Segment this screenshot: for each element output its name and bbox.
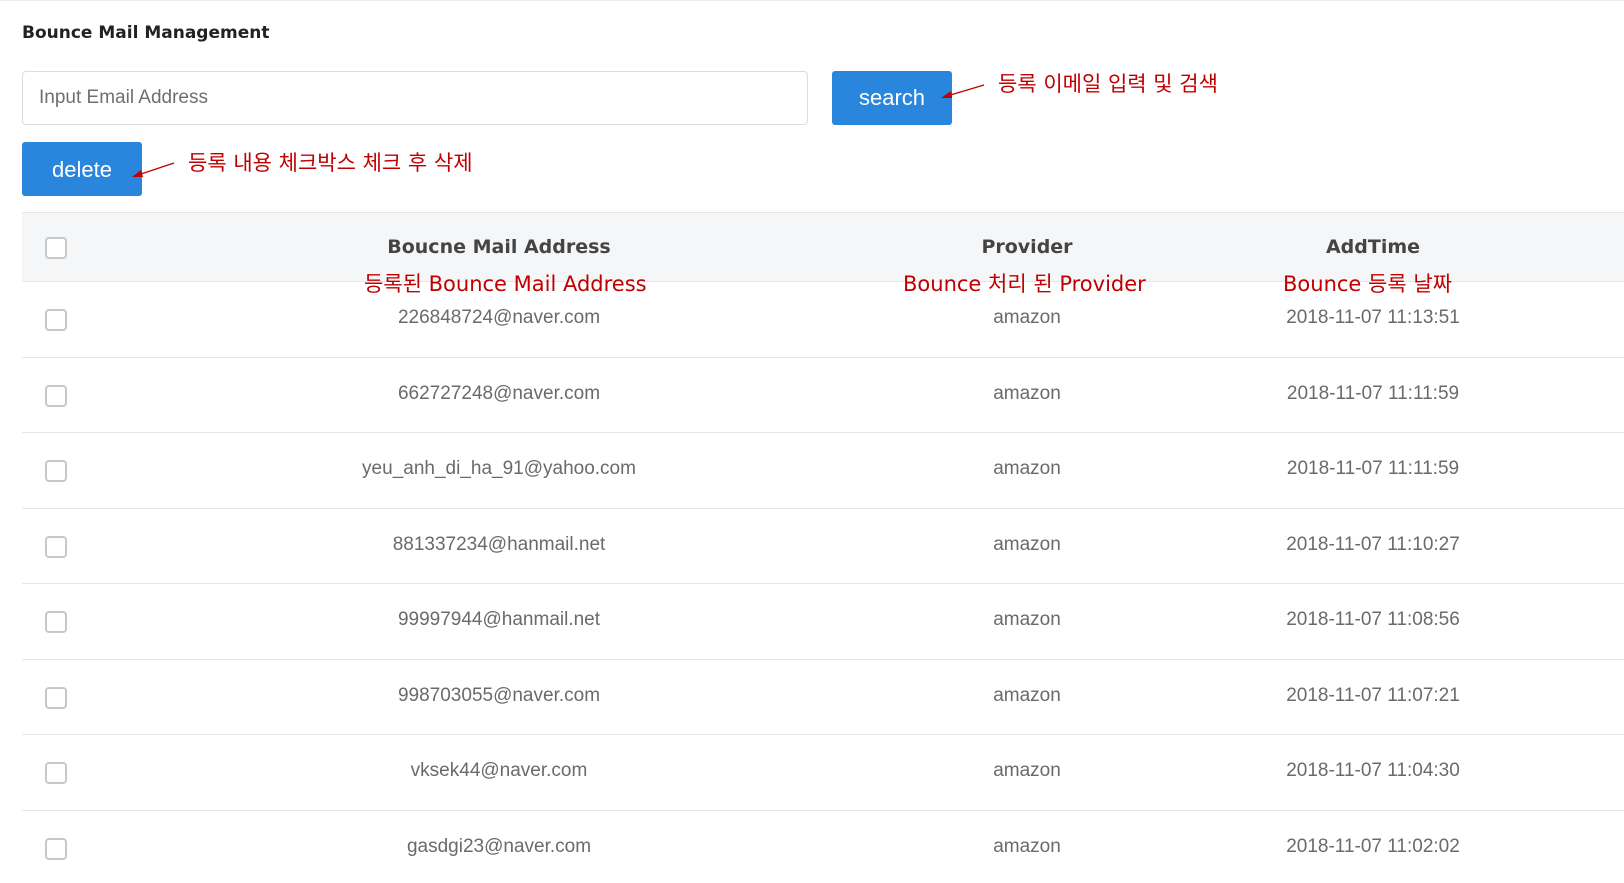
table-row[interactable]: 662727248@naver.com amazon 2018-11-07 11…: [22, 358, 1624, 433]
row-addtime: 2018-11-07 11:02:02: [1286, 835, 1460, 857]
row-provider: amazon: [993, 307, 1061, 328]
row-provider: amazon: [993, 760, 1061, 781]
top-divider: [0, 0, 1624, 1]
column-header-email[interactable]: Boucne Mail Address: [387, 236, 611, 258]
row-email: 998703055@naver.com: [397, 684, 601, 706]
row-provider: amazon: [993, 458, 1061, 479]
row-provider: amazon: [993, 382, 1061, 404]
email-search-input[interactable]: [22, 71, 808, 125]
search-annotation: 등록 이메일 입력 및 검색: [998, 72, 1218, 96]
row-email: 662727248@naver.com: [397, 382, 601, 404]
row-addtime: 2018-11-07 11:08:56: [1286, 609, 1460, 630]
row-email: yeu_anh_di_ha_91@yahoo.com: [362, 458, 636, 479]
row-checkbox[interactable]: [45, 535, 67, 558]
row-addtime: 2018-11-07 11:04:30: [1286, 760, 1460, 781]
provider-column-annotation: Bounce 처리 된 Provider: [903, 272, 1146, 296]
row-provider: amazon: [993, 684, 1061, 706]
row-addtime: 2018-11-07 11:11:59: [1286, 382, 1460, 404]
table-row[interactable]: yeu_anh_di_ha_91@yahoo.com amazon 2018-1…: [22, 433, 1624, 509]
row-checkbox[interactable]: [45, 611, 67, 633]
table-row[interactable]: 99997944@hanmail.net amazon 2018-11-07 1…: [22, 584, 1624, 660]
row-addtime: 2018-11-07 11:11:59: [1286, 458, 1460, 479]
delete-annotation: 등록 내용 체크박스 체크 후 삭제: [188, 151, 473, 175]
select-all-checkbox[interactable]: [45, 237, 67, 259]
bounce-mail-table: Boucne Mail Address Provider AddTime 226…: [22, 212, 1624, 883]
row-email: 881337234@hanmail.net: [392, 533, 606, 555]
row-addtime: 2018-11-07 11:13:51: [1286, 307, 1460, 328]
row-email: 226848724@naver.com: [397, 307, 601, 328]
row-email: gasdgi23@naver.com: [406, 835, 592, 857]
row-provider: amazon: [993, 835, 1061, 857]
table-row[interactable]: vksek44@naver.com amazon 2018-11-07 11:0…: [22, 735, 1624, 811]
column-header-addtime[interactable]: AddTime: [1326, 236, 1420, 258]
email-column-annotation: 등록된 Bounce Mail Address: [364, 272, 647, 296]
page-title: Bounce Mail Management: [22, 23, 270, 43]
row-checkbox[interactable]: [45, 460, 67, 482]
row-provider: amazon: [993, 533, 1061, 555]
row-email: vksek44@naver.com: [410, 760, 588, 781]
addtime-column-annotation: Bounce 등록 날짜: [1283, 272, 1452, 296]
row-provider: amazon: [993, 609, 1061, 630]
row-email: 99997944@hanmail.net: [397, 609, 601, 630]
row-checkbox[interactable]: [45, 686, 67, 709]
table-row[interactable]: gasdgi23@naver.com amazon 2018-11-07 11:…: [22, 811, 1624, 883]
search-button[interactable]: search: [832, 71, 952, 125]
row-checkbox[interactable]: [45, 762, 67, 784]
table-row[interactable]: 998703055@naver.com amazon 2018-11-07 11…: [22, 660, 1624, 735]
row-checkbox[interactable]: [45, 309, 67, 331]
delete-button[interactable]: delete: [22, 142, 142, 196]
row-addtime: 2018-11-07 11:10:27: [1286, 533, 1460, 555]
row-addtime: 2018-11-07 11:07:21: [1286, 684, 1460, 706]
row-checkbox[interactable]: [45, 837, 67, 860]
bounce-mail-management-page: Bounce Mail Management search 등록 이메일 입력 …: [0, 0, 1624, 883]
delete-annotation-arrow-icon: [132, 162, 175, 177]
table-row[interactable]: 881337234@hanmail.net amazon 2018-11-07 …: [22, 509, 1624, 584]
search-annotation-arrow-icon: [941, 84, 985, 98]
row-checkbox[interactable]: [45, 384, 67, 407]
column-header-provider[interactable]: Provider: [981, 236, 1072, 258]
